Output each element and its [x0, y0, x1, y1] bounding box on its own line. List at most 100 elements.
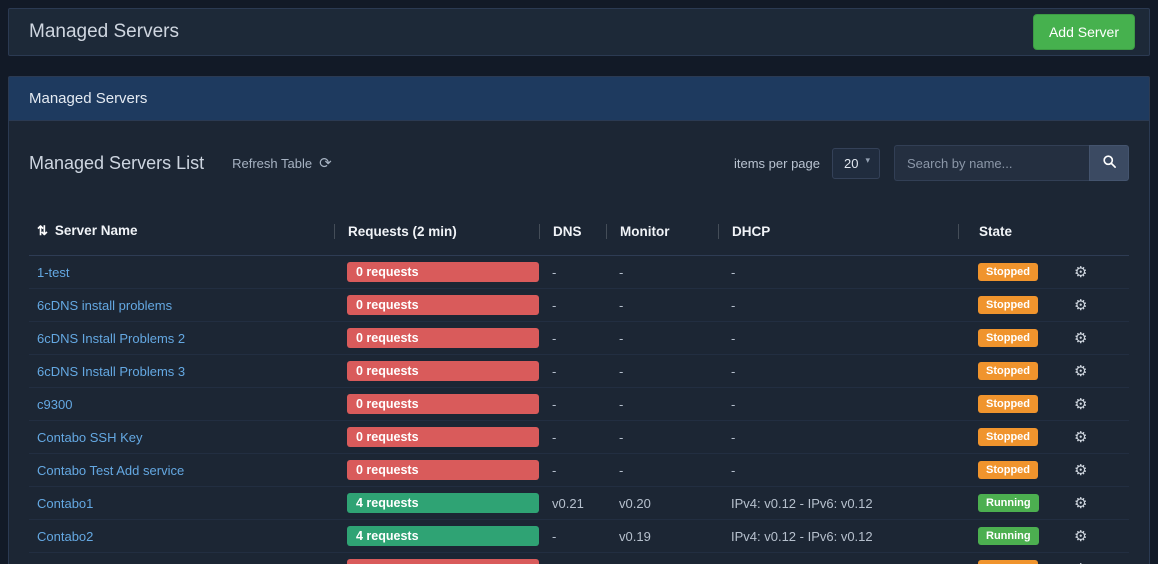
state-cell: Stopped — [958, 395, 1058, 413]
gear-icon[interactable]: ⚙ — [1074, 363, 1087, 380]
actions-cell: ⚙ — [1058, 461, 1129, 479]
dhcp-value: IPv4: v0.12 - IPv6: v0.12 — [718, 529, 958, 544]
requests-cell: 0 requests — [334, 559, 539, 564]
items-per-page-value: 20 — [844, 156, 858, 171]
gear-icon[interactable]: ⚙ — [1074, 429, 1087, 446]
server-name-link[interactable]: 1-test — [37, 265, 70, 280]
actions-cell: ⚙ — [1058, 527, 1129, 545]
gear-icon[interactable]: ⚙ — [1074, 495, 1087, 512]
dns-value: - — [539, 397, 606, 412]
table-row: Contabo1 4 requests v0.21 v0.20 IPv4: v0… — [29, 487, 1129, 520]
column-header-server-name[interactable]: ⇅Server Name — [29, 223, 334, 239]
list-title: Managed Servers List — [29, 153, 204, 174]
gear-icon[interactable]: ⚙ — [1074, 528, 1087, 545]
table-toolbar: Managed Servers List Refresh Table ⟳ ite… — [29, 145, 1129, 181]
requests-cell: 0 requests — [334, 394, 539, 414]
requests-badge: 0 requests — [347, 394, 539, 414]
requests-badge: 0 requests — [347, 427, 539, 447]
requests-cell: 4 requests — [334, 493, 539, 513]
panel-header: Managed Servers — [9, 77, 1149, 121]
server-name-link[interactable]: Contabo2 — [37, 529, 93, 544]
column-header-monitor: Monitor — [606, 224, 718, 239]
search-input[interactable] — [894, 145, 1089, 181]
items-per-page-select[interactable]: 20 ▾ — [832, 148, 880, 179]
actions-cell: ⚙ — [1058, 494, 1129, 512]
requests-cell: 0 requests — [334, 262, 539, 282]
actions-cell: ⚙ — [1058, 296, 1129, 314]
server-name-cell: Contabo Test Add service — [29, 463, 334, 478]
state-cell: Stopped — [958, 461, 1058, 479]
state-badge: Stopped — [978, 428, 1038, 446]
state-cell: Stopped — [958, 329, 1058, 347]
table-row: Contabo Test Add service 0 requests - - … — [29, 454, 1129, 487]
server-name-cell: Contabo SSH Key — [29, 430, 334, 445]
state-badge: Stopped — [978, 560, 1038, 564]
actions-cell: ⚙ — [1058, 395, 1129, 413]
monitor-value: - — [606, 265, 718, 280]
server-name-cell: Contabo1 — [29, 496, 334, 511]
gear-icon[interactable]: ⚙ — [1074, 396, 1087, 413]
state-cell: Stopped — [958, 263, 1058, 281]
server-name-link[interactable]: c9300 — [37, 397, 72, 412]
column-header-dhcp: DHCP — [718, 224, 958, 239]
add-server-button[interactable]: Add Server — [1033, 14, 1135, 50]
state-badge: Running — [978, 527, 1039, 545]
requests-badge: 0 requests — [347, 262, 539, 282]
state-badge: Stopped — [978, 461, 1038, 479]
server-name-link[interactable]: Contabo SSH Key — [37, 430, 143, 445]
requests-badge: 0 requests — [347, 328, 539, 348]
table-row: Contabo SSH Key 0 requests - - - Stopped… — [29, 421, 1129, 454]
table-row: 6cDNS install problems 0 requests - - - … — [29, 289, 1129, 322]
dns-value: - — [539, 529, 606, 544]
dns-value: - — [539, 364, 606, 379]
monitor-value: - — [606, 463, 718, 478]
actions-cell: ⚙ — [1058, 428, 1129, 446]
state-cell: Running — [958, 527, 1058, 545]
dhcp-value: IPv4: v0.12 - IPv6: v0.12 — [718, 496, 958, 511]
gear-icon[interactable]: ⚙ — [1074, 297, 1087, 314]
monitor-value: v0.20 — [606, 496, 718, 511]
table-header-row: ⇅Server Name Requests (2 min) DNS Monito… — [29, 211, 1129, 256]
requests-cell: 4 requests — [334, 526, 539, 546]
items-per-page-label: items per page — [734, 156, 820, 171]
monitor-value: v0.19 — [606, 529, 718, 544]
requests-badge: 0 requests — [347, 559, 539, 564]
server-name-cell: 6cDNS Install Problems 2 — [29, 331, 334, 346]
server-name-link[interactable]: 6cDNS Install Problems 2 — [37, 331, 185, 346]
server-name-cell: c9300 — [29, 397, 334, 412]
actions-cell: ⚙ — [1058, 329, 1129, 347]
gear-icon[interactable]: ⚙ — [1074, 264, 1087, 281]
dhcp-value: - — [718, 265, 958, 280]
monitor-value: - — [606, 331, 718, 346]
server-name-link[interactable]: 6cDNS install problems — [37, 298, 172, 313]
server-name-link[interactable]: Contabo Test Add service — [37, 463, 184, 478]
state-badge: Running — [978, 494, 1039, 512]
server-name-link[interactable]: Contabo1 — [37, 496, 93, 511]
state-cell: Stopped — [958, 362, 1058, 380]
state-badge: Stopped — [978, 296, 1038, 314]
gear-icon[interactable]: ⚙ — [1074, 330, 1087, 347]
server-name-cell: Contabo2 — [29, 529, 334, 544]
dhcp-value: - — [718, 298, 958, 313]
search-button[interactable] — [1089, 145, 1129, 181]
requests-cell: 0 requests — [334, 328, 539, 348]
gear-icon[interactable]: ⚙ — [1074, 462, 1087, 479]
monitor-value: - — [606, 430, 718, 445]
state-cell: Stopped — [958, 296, 1058, 314]
requests-badge: 4 requests — [347, 493, 539, 513]
requests-badge: 0 requests — [347, 361, 539, 381]
column-header-state: State — [958, 224, 1058, 239]
server-name-link[interactable]: 6cDNS Install Problems 3 — [37, 364, 185, 379]
table-row: c9300 0 requests - - - Stopped ⚙ — [29, 388, 1129, 421]
chevron-down-icon: ▾ — [865, 155, 870, 166]
state-badge: Stopped — [978, 395, 1038, 413]
server-name-cell: 6cDNS install problems — [29, 298, 334, 313]
page-title: Managed Servers — [29, 21, 179, 43]
refresh-table-button[interactable]: Refresh Table ⟳ — [232, 154, 332, 172]
refresh-table-label: Refresh Table — [232, 156, 312, 171]
state-badge: Stopped — [978, 362, 1038, 380]
dhcp-value: - — [718, 331, 958, 346]
state-badge: Stopped — [978, 329, 1038, 347]
requests-badge: 0 requests — [347, 460, 539, 480]
dns-value: - — [539, 430, 606, 445]
